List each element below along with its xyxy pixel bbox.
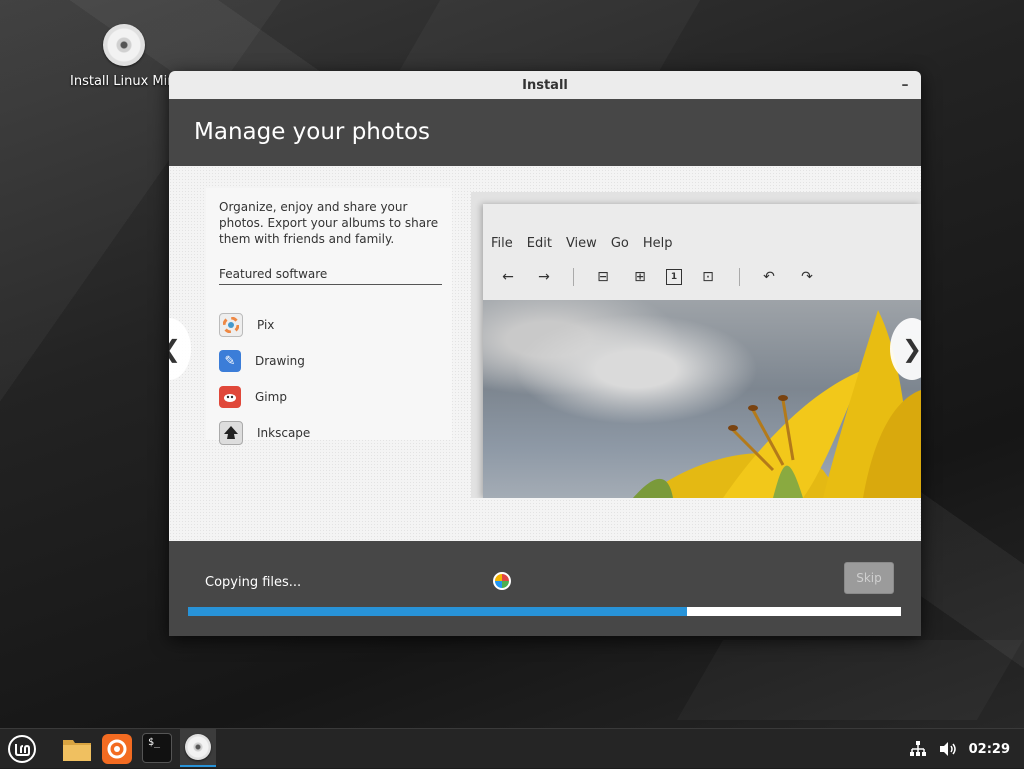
preview-menu-help: Help (642, 236, 673, 251)
pix-icon (219, 313, 243, 337)
app-item-pix: Pix (219, 313, 274, 337)
disc-icon (103, 24, 145, 66)
status-text: Copying files... (205, 575, 302, 590)
preview-menu-edit: Edit (526, 236, 552, 251)
zoom-original-icon: 1 (666, 269, 682, 285)
wallpaper-shape (400, 0, 700, 70)
desktop-icon-label: Install Linux Mint (70, 74, 181, 89)
back-arrow-icon: ← (502, 269, 514, 285)
featured-software-heading: Featured software (219, 267, 442, 285)
window-titlebar[interactable]: Install – (169, 71, 921, 99)
app-item-gimp: Gimp (219, 385, 287, 409)
slide-description: Organize, enjoy and share your photos. E… (219, 200, 439, 246)
install-footer: Copying files... Skip (169, 541, 921, 636)
toolbar-separator (739, 268, 740, 286)
lily-photo (483, 300, 921, 498)
preview-menu-file: File (491, 236, 513, 251)
files-icon (63, 740, 91, 761)
network-icon[interactable] (909, 741, 927, 757)
app-name: Inkscape (257, 426, 311, 440)
progress-bar (188, 607, 901, 616)
zoom-fit-icon: ⊡ (702, 269, 714, 285)
menu-button[interactable] (6, 733, 38, 765)
zoom-in-icon: ⊞ (634, 269, 646, 285)
app-preview-screenshot: File Edit View Go Help ← → ⊟ ⊞ 1 ⊡ ↶ ↷ (471, 192, 921, 498)
taskbar-files[interactable] (61, 733, 93, 765)
app-item-inkscape: Inkscape (219, 421, 310, 445)
terminal-icon: $_ (147, 737, 161, 748)
taskbar-firefox[interactable] (102, 734, 132, 764)
app-name: Drawing (255, 354, 305, 368)
rotate-left-icon: ↶ (763, 269, 775, 285)
inkscape-icon (219, 421, 243, 445)
rotate-right-icon: ↷ (801, 269, 813, 285)
desktop-icon-install-linux-mint[interactable]: Install Linux Mint (64, 24, 184, 89)
window-title: Install (522, 78, 568, 93)
installer-window: Install – Manage your photos Organize, e… (169, 71, 921, 636)
zoom-out-icon: ⊟ (597, 269, 609, 285)
menu-icon (8, 735, 36, 763)
clock[interactable]: 02:29 (969, 742, 1010, 757)
drawing-icon: ✎ (219, 350, 241, 372)
gimp-icon (219, 386, 241, 408)
preview-menu-go: Go (610, 236, 629, 251)
progress-bar-fill (188, 607, 688, 616)
spinner-icon (493, 572, 511, 590)
app-name: Gimp (255, 390, 287, 404)
toolbar-separator (573, 268, 574, 286)
forward-arrow-icon: → (538, 269, 550, 285)
slide-title: Manage your photos (169, 99, 921, 166)
previous-slide-button[interactable]: ❮ (169, 318, 191, 380)
app-name: Pix (257, 318, 275, 332)
volume-icon[interactable] (939, 741, 957, 757)
installer-icon (185, 734, 211, 760)
minimize-button[interactable]: – (897, 71, 913, 99)
system-tray: 02:29 (909, 729, 1010, 769)
taskbar-installer[interactable] (180, 729, 216, 767)
preview-menu-view: View (565, 236, 597, 251)
wallpaper-shape (677, 640, 1023, 720)
preview-toolbar: ← → ⊟ ⊞ 1 ⊡ ↶ ↷ (497, 268, 818, 286)
preview-window: File Edit View Go Help ← → ⊟ ⊞ 1 ⊡ ↶ ↷ (483, 204, 921, 498)
taskbar: $_ 02:29 (0, 728, 1024, 768)
taskbar-terminal[interactable]: $_ (142, 733, 172, 763)
app-item-drawing: ✎ Drawing (219, 349, 305, 373)
preview-menubar: File Edit View Go Help (491, 236, 672, 251)
slideshow-panel: Organize, enjoy and share your photos. E… (169, 166, 921, 541)
firefox-icon (107, 739, 127, 759)
skip-button[interactable]: Skip (844, 562, 894, 594)
info-card: Organize, enjoy and share your photos. E… (206, 188, 452, 445)
